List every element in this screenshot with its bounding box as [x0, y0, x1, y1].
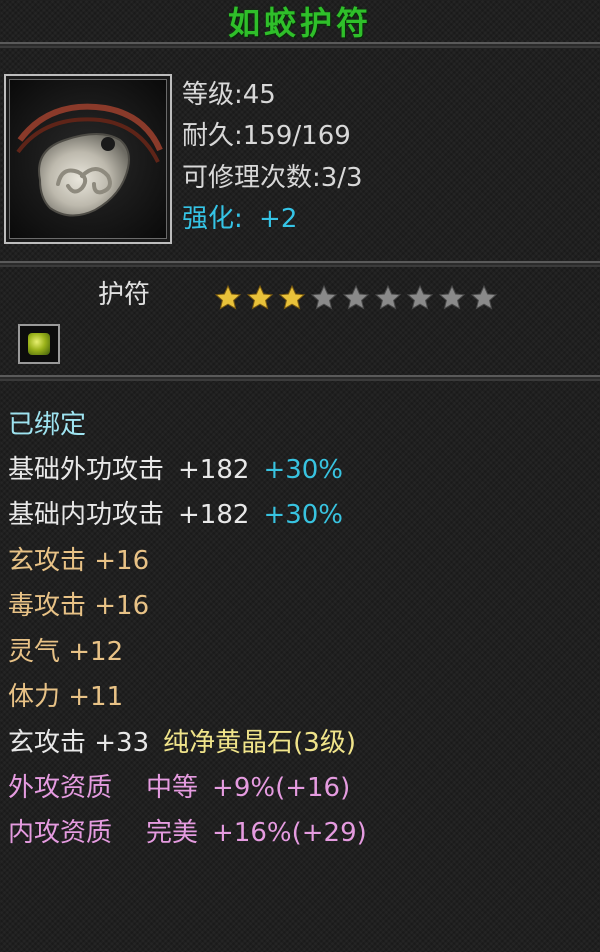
- star-icon: [470, 284, 498, 310]
- xuan-attack-line: 玄攻击 +16: [8, 546, 150, 576]
- inner-attack-bonus: +30%: [263, 500, 344, 530]
- yellow-gem-icon: [28, 333, 50, 355]
- item-durability: 耐久:159/169: [182, 121, 351, 151]
- jade-amulet-icon: [10, 80, 166, 238]
- star-rating: [212, 284, 500, 310]
- star-icon: [342, 284, 370, 310]
- outer-attack-value: +182: [178, 455, 250, 485]
- inner-quality-line: 内攻资质 完美 +16%(+29): [8, 816, 367, 850]
- divider: [0, 42, 600, 48]
- star-icon: [406, 284, 434, 310]
- outer-quality-label: 外攻资质: [8, 773, 113, 803]
- item-name: 如蛟护符: [227, 4, 372, 42]
- item-repair-count: 可修理次数:3/3: [182, 163, 363, 193]
- inner-quality-value: +16%(+29): [212, 818, 367, 848]
- star-icon: [214, 284, 242, 310]
- enhance-label: 强化:: [182, 204, 243, 234]
- divider: [0, 261, 600, 267]
- star-icon: [278, 284, 306, 310]
- poison-attack-line: 毒攻击 +16: [8, 591, 150, 621]
- inner-attack-label: 基础内功攻击: [8, 500, 165, 530]
- outer-quality-grade: 中等: [146, 773, 199, 803]
- outer-attack-label: 基础外功攻击: [8, 455, 165, 485]
- inner-attack-line: 基础内功攻击 +182 +30%: [8, 498, 343, 532]
- star-icon: [374, 284, 402, 310]
- divider: [0, 375, 600, 381]
- item-enhance: 强化: +2: [182, 203, 297, 235]
- spirit-line: 灵气 +12: [8, 637, 124, 667]
- gem-socket[interactable]: [18, 324, 60, 364]
- star-icon: [246, 284, 274, 310]
- inner-quality-label: 内攻资质: [8, 818, 113, 848]
- gem-stat-line: 玄攻击 +33 纯净黄晶石(3级): [8, 726, 356, 760]
- item-type: 护符: [98, 280, 151, 310]
- inner-quality-grade: 完美: [146, 818, 199, 848]
- outer-quality-value: +9%(+16): [212, 773, 351, 803]
- outer-attack-bonus: +30%: [263, 455, 344, 485]
- star-icon: [438, 284, 466, 310]
- gem-stat: 玄攻击 +33: [8, 728, 150, 758]
- stamina-line: 体力 +11: [8, 682, 124, 712]
- item-portrait: [4, 74, 172, 244]
- outer-quality-line: 外攻资质 中等 +9%(+16): [8, 771, 350, 805]
- item-tooltip: 如蛟护符 等级:45 耐久:159/169 可修理次数:3/3 强化: +2 护…: [0, 0, 600, 952]
- star-icon: [310, 284, 338, 310]
- bound-status: 已绑定: [8, 410, 87, 440]
- gem-name: 纯净黄晶石(3级): [163, 728, 356, 758]
- enhance-value: +2: [259, 204, 298, 234]
- item-level: 等级:45: [182, 80, 276, 110]
- inner-attack-value: +182: [178, 500, 250, 530]
- outer-attack-line: 基础外功攻击 +182 +30%: [8, 453, 343, 487]
